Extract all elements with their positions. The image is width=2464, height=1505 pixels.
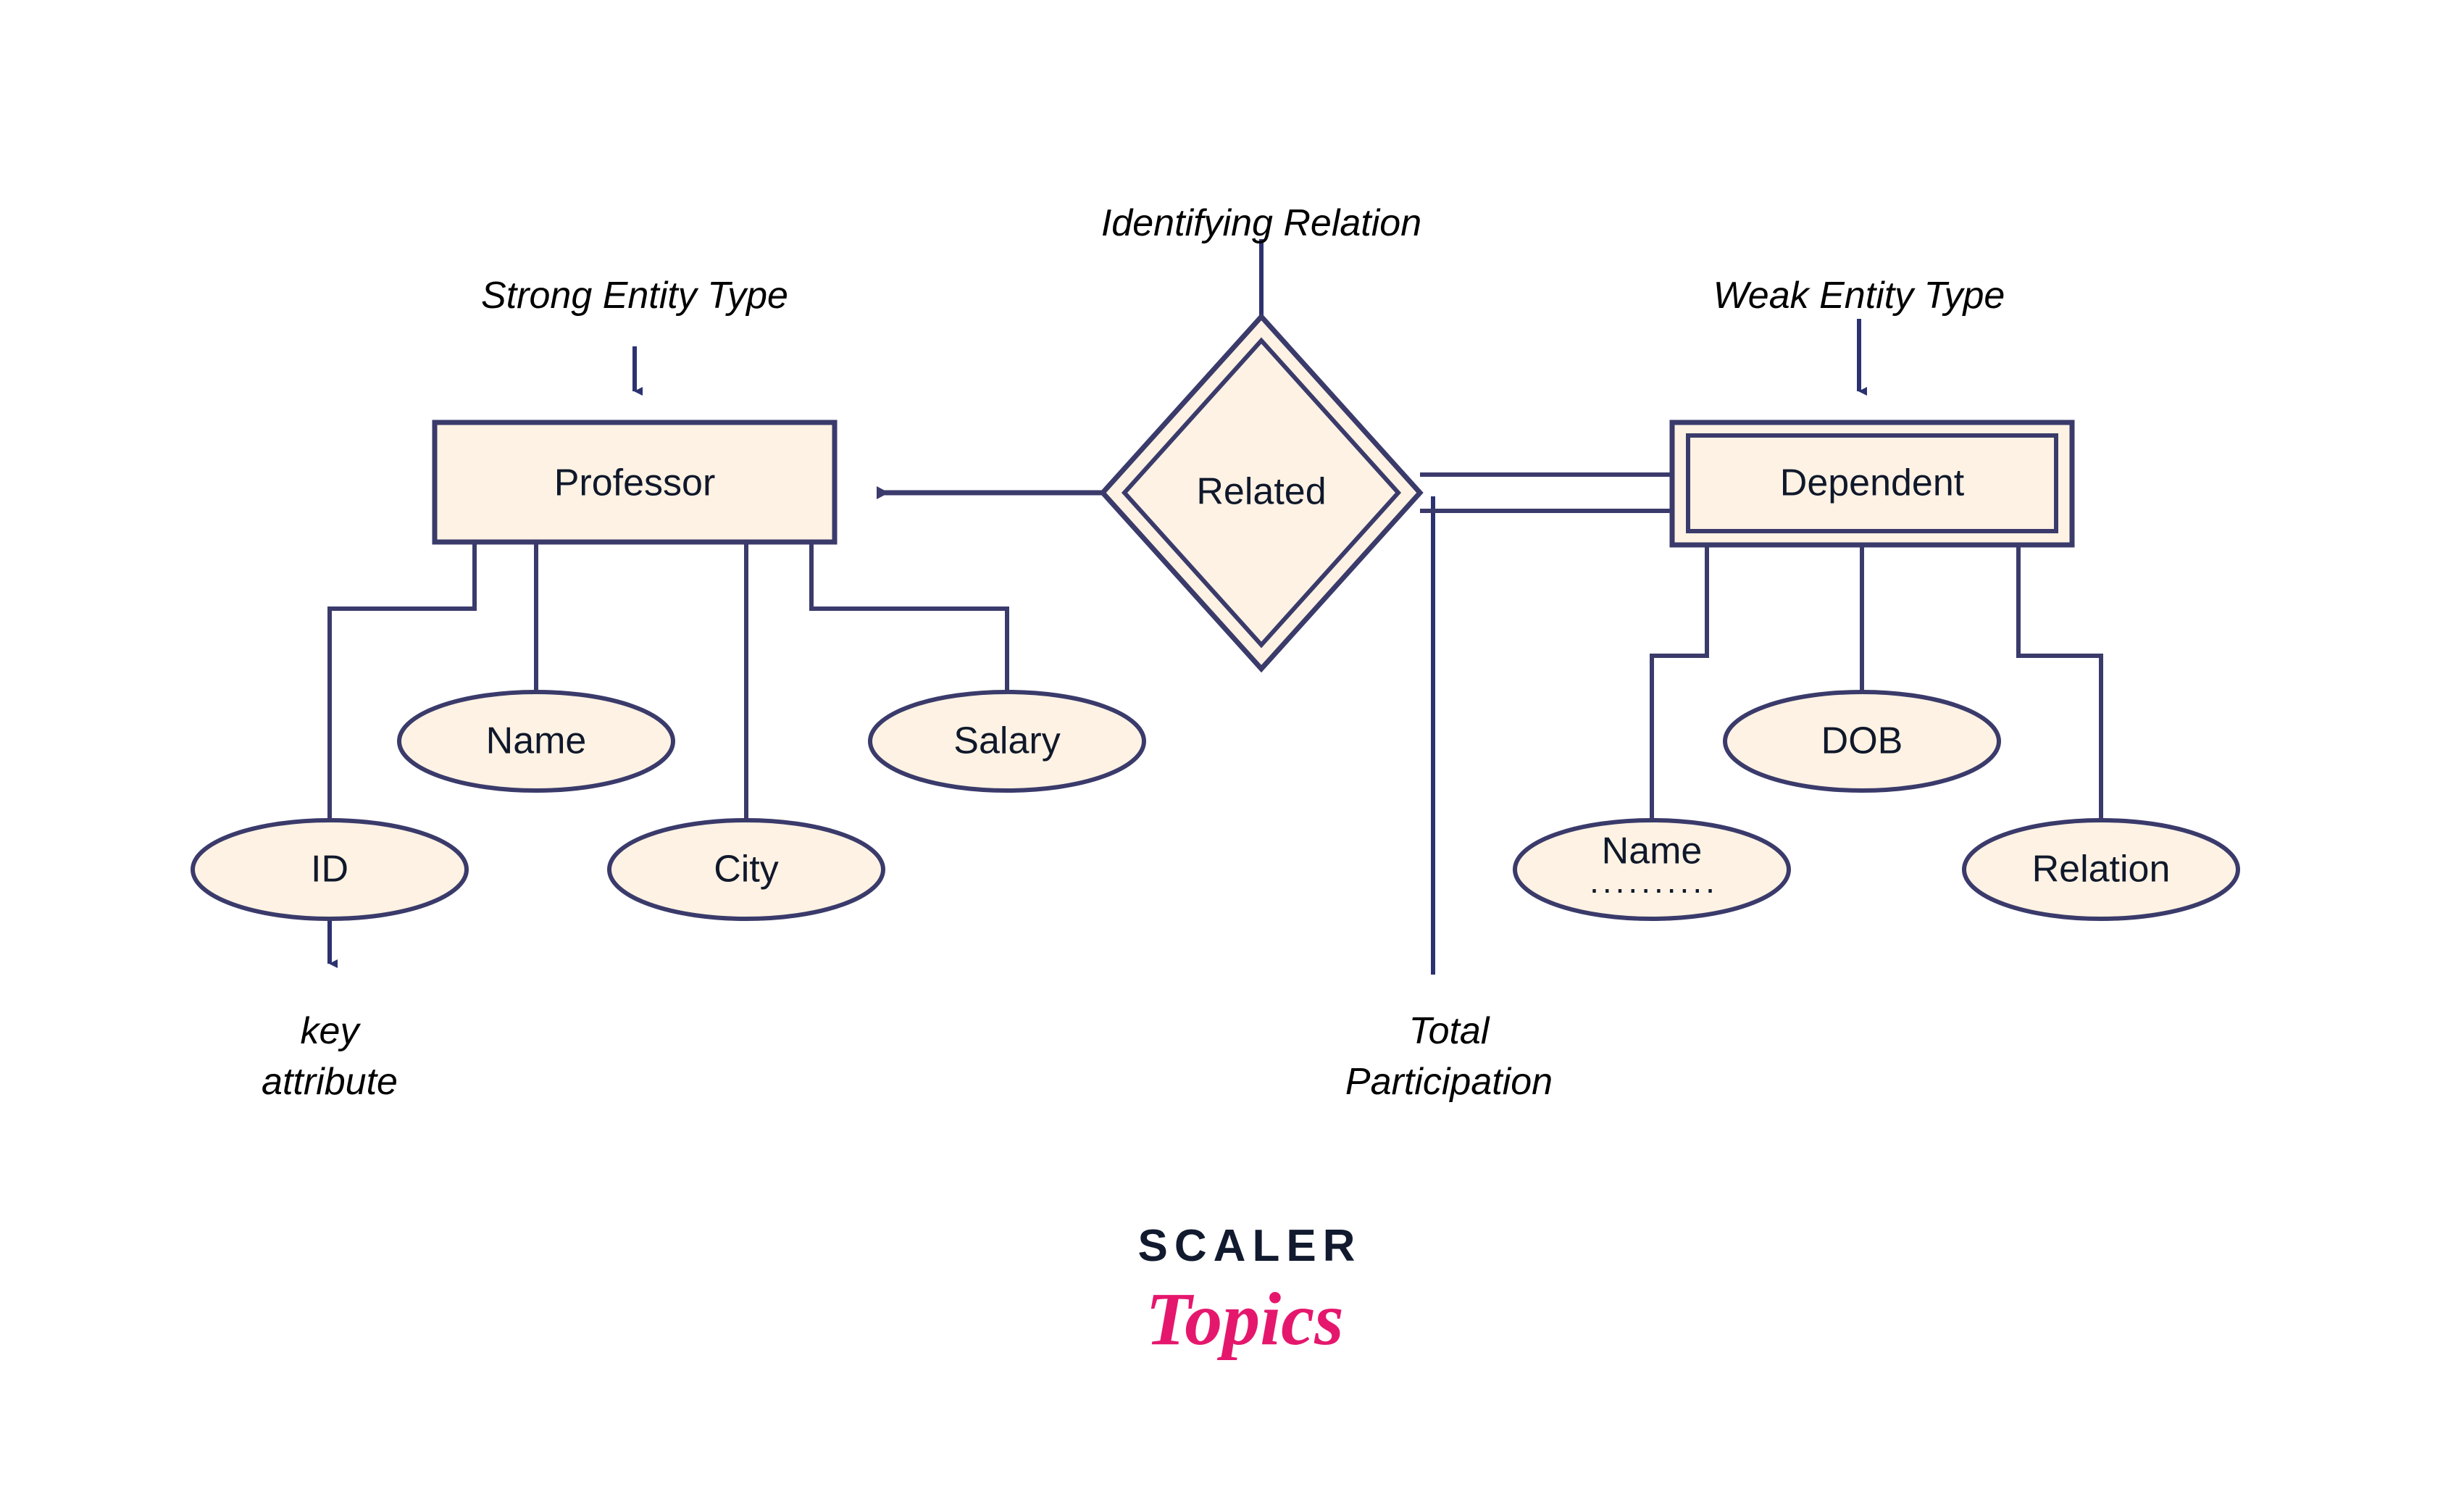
- annotation-total-participation-line1: Total: [1409, 1010, 1490, 1052]
- attribute-professor-id[interactable]: ID: [191, 818, 469, 921]
- attribute-professor-city[interactable]: City: [607, 818, 885, 921]
- logo-scaler-wordmark: SCALER: [1138, 1221, 1362, 1271]
- connector-related-to-dependent-double-line: [1420, 472, 1672, 513]
- entity-professor[interactable]: Professor: [432, 420, 838, 545]
- annotation-key-attribute-line2: attribute: [262, 1061, 398, 1103]
- attribute-professor-salary[interactable]: Salary: [868, 690, 1146, 793]
- attribute-dependent-dob[interactable]: DOB: [1723, 690, 2001, 793]
- annotation-identifying-relation-label: Identifying Relation: [1101, 202, 1421, 244]
- annotation-strong-entity-label: Strong Entity Type: [481, 275, 788, 317]
- attribute-professor-city-label: City: [714, 849, 779, 891]
- annotation-key-attribute-line1: key: [301, 1010, 362, 1052]
- er-diagram-canvas: Professor Related Dependent Name Salary …: [0, 0, 2464, 1505]
- annotation-weak-entity-label: Weak Entity Type: [1713, 275, 2005, 317]
- connector-dependent-name: [1650, 545, 1709, 825]
- attribute-professor-id-label: ID: [311, 849, 348, 891]
- relationship-related-label: Related: [1196, 471, 1326, 513]
- entity-professor-label: Professor: [554, 462, 716, 504]
- attribute-dependent-dob-label: DOB: [1821, 720, 1903, 762]
- scaler-topics-logo: SCALER Topics: [1138, 1221, 1362, 1361]
- attribute-professor-salary-label: Salary: [953, 720, 1060, 762]
- er-diagram-svg: Professor Related Dependent Name Salary …: [191, 202, 2240, 1361]
- relationship-related[interactable]: Related: [1099, 312, 1424, 673]
- entity-dependent[interactable]: Dependent: [1669, 420, 2075, 548]
- annotation-total-participation-line2: Participation: [1345, 1061, 1553, 1103]
- entity-dependent-label: Dependent: [1780, 462, 1965, 504]
- connector-dependent-relation: [2016, 545, 2103, 825]
- attribute-dependent-relation-label: Relation: [2032, 849, 2171, 891]
- attribute-dependent-relation[interactable]: Relation: [1962, 818, 2240, 921]
- attribute-professor-name-label: Name: [486, 720, 587, 762]
- logo-topics-wordmark: Topics: [1145, 1277, 1344, 1361]
- attribute-professor-name[interactable]: Name: [397, 690, 675, 793]
- attribute-dependent-name-partial-key-dots: ..........: [1590, 862, 1718, 900]
- attribute-dependent-name[interactable]: Name ..........: [1513, 818, 1791, 921]
